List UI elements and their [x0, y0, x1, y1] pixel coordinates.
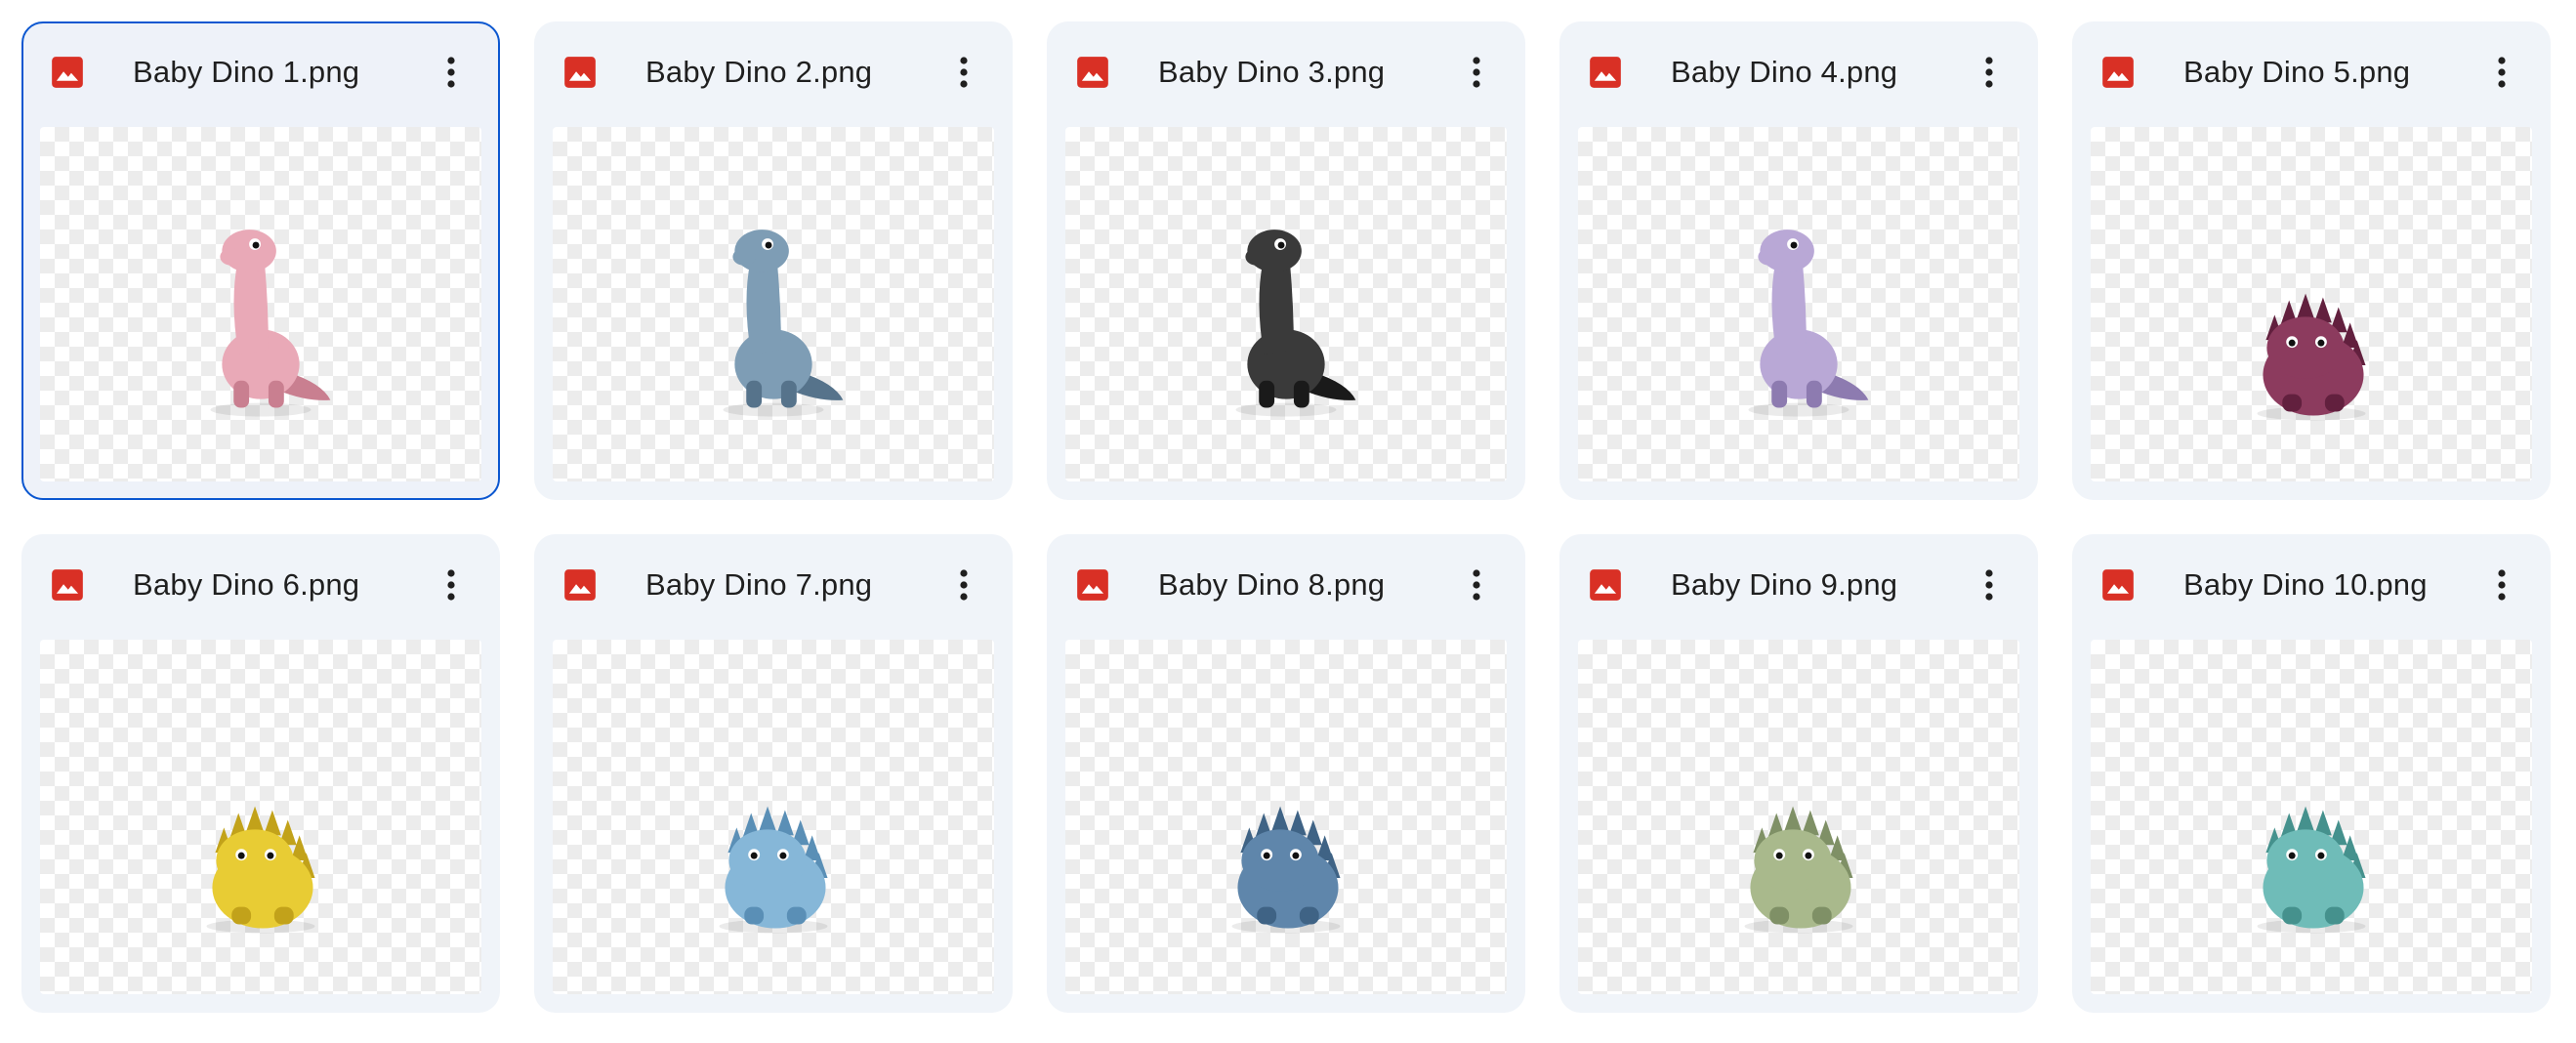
file-name: Baby Dino 7.png	[645, 567, 873, 602]
file-card-header: Baby Dino 3.png	[1049, 23, 1523, 121]
file-card[interactable]: Baby Dino 6.png	[21, 534, 500, 1013]
dino-thumbnail-icon	[1748, 229, 1869, 417]
file-name: Baby Dino 8.png	[1158, 567, 1386, 602]
file-card-header: Baby Dino 1.png	[23, 23, 498, 121]
file-thumbnail[interactable]	[2091, 127, 2532, 481]
image-file-icon	[2102, 569, 2134, 601]
more-actions-button[interactable]	[2474, 45, 2529, 100]
file-name: Baby Dino 3.png	[1158, 55, 1386, 89]
file-grid: Baby Dino 1.png Baby Dino 2.png Baby Din…	[21, 21, 2551, 1013]
more-vert-icon	[447, 569, 455, 601]
file-card-header: Baby Dino 7.png	[536, 536, 1011, 634]
more-vert-icon	[960, 57, 968, 88]
file-card[interactable]: Baby Dino 5.png	[2072, 21, 2551, 500]
image-file-icon	[52, 57, 83, 88]
more-vert-icon	[447, 57, 455, 88]
file-card[interactable]: Baby Dino 3.png	[1047, 21, 1525, 500]
more-actions-button[interactable]	[936, 558, 991, 612]
file-thumbnail[interactable]	[1065, 127, 1507, 481]
dino-thumbnail-icon	[1231, 806, 1341, 934]
file-card[interactable]: Baby Dino 1.png	[21, 21, 500, 500]
dino-thumbnail-icon	[723, 229, 844, 417]
file-name: Baby Dino 2.png	[645, 55, 873, 89]
file-card-header: Baby Dino 2.png	[536, 23, 1011, 121]
file-card-header: Baby Dino 4.png	[1561, 23, 2036, 121]
file-thumbnail[interactable]	[1578, 127, 2019, 481]
more-vert-icon	[2498, 569, 2506, 601]
more-vert-icon	[960, 569, 968, 601]
more-actions-button[interactable]	[1962, 558, 2016, 612]
file-name: Baby Dino 6.png	[133, 567, 360, 602]
image-file-icon	[52, 569, 83, 601]
dino-thumbnail-icon	[2257, 293, 2366, 421]
file-thumbnail[interactable]	[1578, 640, 2019, 994]
file-card-header: Baby Dino 5.png	[2074, 23, 2549, 121]
file-card[interactable]: Baby Dino 10.png	[2072, 534, 2551, 1013]
file-thumbnail[interactable]	[40, 127, 481, 481]
file-card-header: Baby Dino 6.png	[23, 536, 498, 634]
image-file-icon	[1590, 569, 1621, 601]
file-card[interactable]: Baby Dino 8.png	[1047, 534, 1525, 1013]
more-vert-icon	[2498, 57, 2506, 88]
file-card[interactable]: Baby Dino 4.png	[1559, 21, 2038, 500]
more-actions-button[interactable]	[936, 45, 991, 100]
more-actions-button[interactable]	[2474, 558, 2529, 612]
file-card[interactable]: Baby Dino 2.png	[534, 21, 1013, 500]
dino-thumbnail-icon	[719, 806, 828, 934]
dino-thumbnail-icon	[2257, 806, 2366, 934]
more-vert-icon	[1473, 569, 1480, 601]
image-file-icon	[2102, 57, 2134, 88]
dino-thumbnail-icon	[210, 229, 331, 417]
file-name: Baby Dino 9.png	[1671, 567, 1898, 602]
dino-thumbnail-icon	[1744, 806, 1853, 934]
more-vert-icon	[1985, 569, 1993, 601]
more-actions-button[interactable]	[1962, 45, 2016, 100]
file-card-header: Baby Dino 8.png	[1049, 536, 1523, 634]
file-thumbnail[interactable]	[553, 640, 994, 994]
file-card[interactable]: Baby Dino 7.png	[534, 534, 1013, 1013]
image-file-icon	[564, 569, 596, 601]
more-actions-button[interactable]	[424, 45, 478, 100]
file-card-header: Baby Dino 9.png	[1561, 536, 2036, 634]
file-name: Baby Dino 10.png	[2183, 567, 2428, 602]
more-actions-button[interactable]	[1449, 558, 1504, 612]
file-thumbnail[interactable]	[1065, 640, 1507, 994]
dino-thumbnail-icon	[206, 806, 315, 934]
file-name: Baby Dino 5.png	[2183, 55, 2411, 89]
file-thumbnail[interactable]	[553, 127, 994, 481]
more-actions-button[interactable]	[1449, 45, 1504, 100]
more-vert-icon	[1985, 57, 1993, 88]
image-file-icon	[564, 57, 596, 88]
file-name: Baby Dino 4.png	[1671, 55, 1898, 89]
image-file-icon	[1590, 57, 1621, 88]
file-thumbnail[interactable]	[2091, 640, 2532, 994]
file-card[interactable]: Baby Dino 9.png	[1559, 534, 2038, 1013]
dino-thumbnail-icon	[1235, 229, 1356, 417]
image-file-icon	[1077, 569, 1108, 601]
file-card-header: Baby Dino 10.png	[2074, 536, 2549, 634]
more-vert-icon	[1473, 57, 1480, 88]
file-thumbnail[interactable]	[40, 640, 481, 994]
more-actions-button[interactable]	[424, 558, 478, 612]
file-name: Baby Dino 1.png	[133, 55, 360, 89]
image-file-icon	[1077, 57, 1108, 88]
